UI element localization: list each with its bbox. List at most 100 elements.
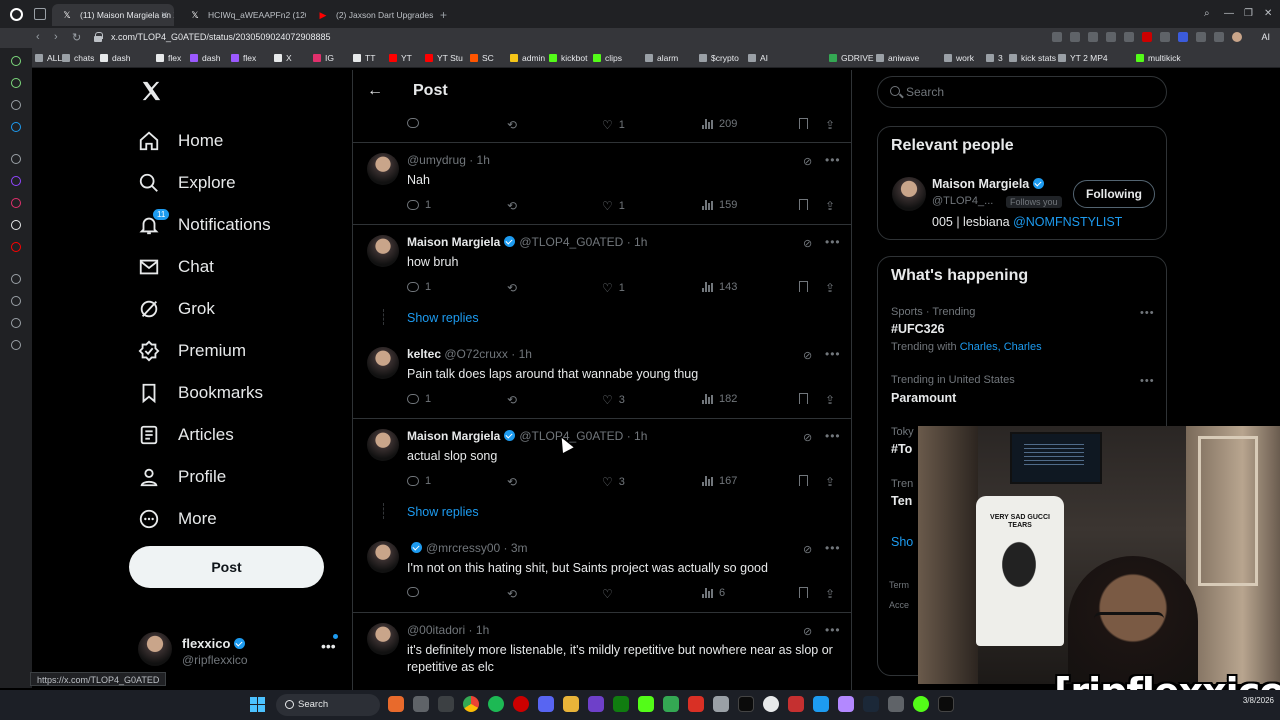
taskbar-app-icon[interactable] [738,696,754,712]
sidebar-app-icon[interactable] [11,100,21,110]
avatar[interactable] [367,347,399,379]
forward-icon[interactable]: › [54,31,58,43]
opera-icon[interactable] [513,696,529,712]
taskbar-app-icon[interactable] [788,696,804,712]
zoom-icon[interactable] [1052,32,1062,42]
like-button[interactable]: ♡ 3 [602,475,625,489]
repost-button[interactable]: ⟲ [507,199,517,213]
bookmark-button[interactable] [799,393,808,404]
reply-button[interactable]: 1 [407,475,431,487]
author-name[interactable]: Maison Margiela [407,429,500,443]
repost-button[interactable]: ⟲ [507,281,517,295]
grok-icon[interactable]: ⊘ [803,431,812,444]
trend-name[interactable]: Paramount [891,391,956,405]
sidebar-app-icon[interactable] [11,274,21,284]
like-button[interactable]: ♡ 3 [602,393,625,407]
views-button[interactable]: 209 [702,118,737,130]
bookmark-item[interactable]: chats [62,53,94,63]
bookmark-item[interactable]: TT [353,53,375,63]
trend-more-icon[interactable]: ••• [1140,375,1155,387]
reply-button[interactable]: 1 [407,393,431,405]
post-time[interactable]: 1h [477,153,490,167]
new-tab-icon[interactable]: + [440,8,447,22]
more-icon[interactable]: ••• [825,153,841,167]
nav-item-more[interactable]: More [138,502,217,536]
tab-image[interactable]: 𝕏 HCIWq_aWEAAPFn2 (120 [180,4,306,26]
camera-icon[interactable] [1070,32,1080,42]
search-tabs-icon[interactable]: ⌕ [1204,8,1210,19]
more-icon[interactable]: ••• [825,623,841,637]
bookmark-item[interactable]: YT [389,53,412,63]
steam-icon[interactable] [863,696,879,712]
back-arrow-icon[interactable]: ← [367,82,383,100]
bookmark-button[interactable] [799,587,808,598]
profile-avatar[interactable] [1232,32,1242,42]
sidebar-app-icon[interactable] [11,198,21,208]
author-handle[interactable]: @O72cruxx [444,347,508,361]
tab-maison-margiela[interactable]: 𝕏 (11) Maison Margiela on X: ✕ [52,4,174,26]
taskbar-app-icon[interactable] [413,696,429,712]
avatar[interactable] [367,235,399,267]
tab-youtube[interactable]: ▶ (2) Jaxson Dart Upgrades [308,4,436,26]
like-button[interactable]: ♡ 1 [602,281,625,295]
grok-icon[interactable]: ⊘ [803,155,812,168]
bio-mention-link[interactable]: @NOMFNSTYLIST [1013,215,1122,229]
author-name[interactable]: Maison Margiela [407,235,500,249]
bookmark-item[interactable]: alarm [645,53,678,63]
sidebar-app-icon[interactable] [11,122,21,132]
account-switcher[interactable]: flexxico @ripflexxico ••• [138,632,338,672]
bookmark-button[interactable] [799,281,808,292]
views-button[interactable]: 167 [702,475,737,487]
sidebar-app-icon[interactable] [11,340,21,350]
nav-item-premium[interactable]: Premium [138,334,246,368]
chrome-icon[interactable] [463,696,479,712]
extension-icon[interactable] [1196,32,1206,42]
like-button[interactable]: ♡ 1 [602,199,625,213]
taskbar-app-icon[interactable] [638,696,654,712]
more-icon[interactable]: ••• [825,235,841,249]
sidebar-app-icon[interactable] [11,56,21,66]
views-button[interactable]: 182 [702,393,737,405]
tab-overview-icon[interactable] [34,8,46,20]
x-logo-icon[interactable] [140,80,162,102]
nav-item-home[interactable]: Home [138,124,223,158]
author-handle[interactable]: @umydrug [407,153,466,167]
views-button[interactable]: 6 [702,587,725,599]
taskbar-app-icon[interactable] [438,696,454,712]
taskbar-app-icon[interactable] [888,696,904,712]
bookmark-item[interactable]: X [274,53,292,63]
extension-icon[interactable] [1178,32,1188,42]
taskbar-app-icon[interactable] [388,696,404,712]
share-button[interactable]: ⇪ [825,475,835,489]
browser-logo-icon[interactable] [10,8,23,21]
bookmark-item[interactable]: clips [593,53,622,63]
reply-button[interactable] [407,587,425,597]
post-time[interactable]: 1h [634,429,647,443]
post-time[interactable]: 1h [634,235,647,249]
search-input[interactable] [906,84,1156,100]
repost-button[interactable]: ⟲ [507,587,517,601]
post-time[interactable]: 3m [511,541,528,555]
taskbar-app-icon[interactable] [688,696,704,712]
views-button[interactable]: 143 [702,281,737,293]
chatgpt-icon[interactable] [763,696,779,712]
close-tab-icon[interactable]: ✕ [160,10,168,21]
bookmark-item[interactable]: SC [470,53,494,63]
start-icon[interactable] [250,697,265,712]
sidebar-app-icon[interactable] [11,154,21,164]
nav-item-articles[interactable]: Articles [138,418,234,452]
bookmark-item[interactable]: YT 2 MP4 [1058,53,1108,63]
extension-icon[interactable] [1124,32,1134,42]
avatar[interactable] [367,429,399,461]
taskbar-search[interactable]: Search [276,694,380,716]
download-icon[interactable] [1214,32,1224,42]
heart-icon[interactable] [1106,32,1116,42]
grok-icon[interactable]: ⊘ [803,625,812,638]
share-button[interactable]: ⇪ [825,281,835,295]
youtube-ext-icon[interactable] [1142,32,1152,42]
share-button[interactable]: ⇪ [825,118,835,132]
taskbar-app-icon[interactable] [588,696,604,712]
back-icon[interactable]: ‹ [36,31,40,43]
bookmark-button[interactable] [799,199,808,210]
trend-more-icon[interactable]: ••• [1140,307,1155,319]
